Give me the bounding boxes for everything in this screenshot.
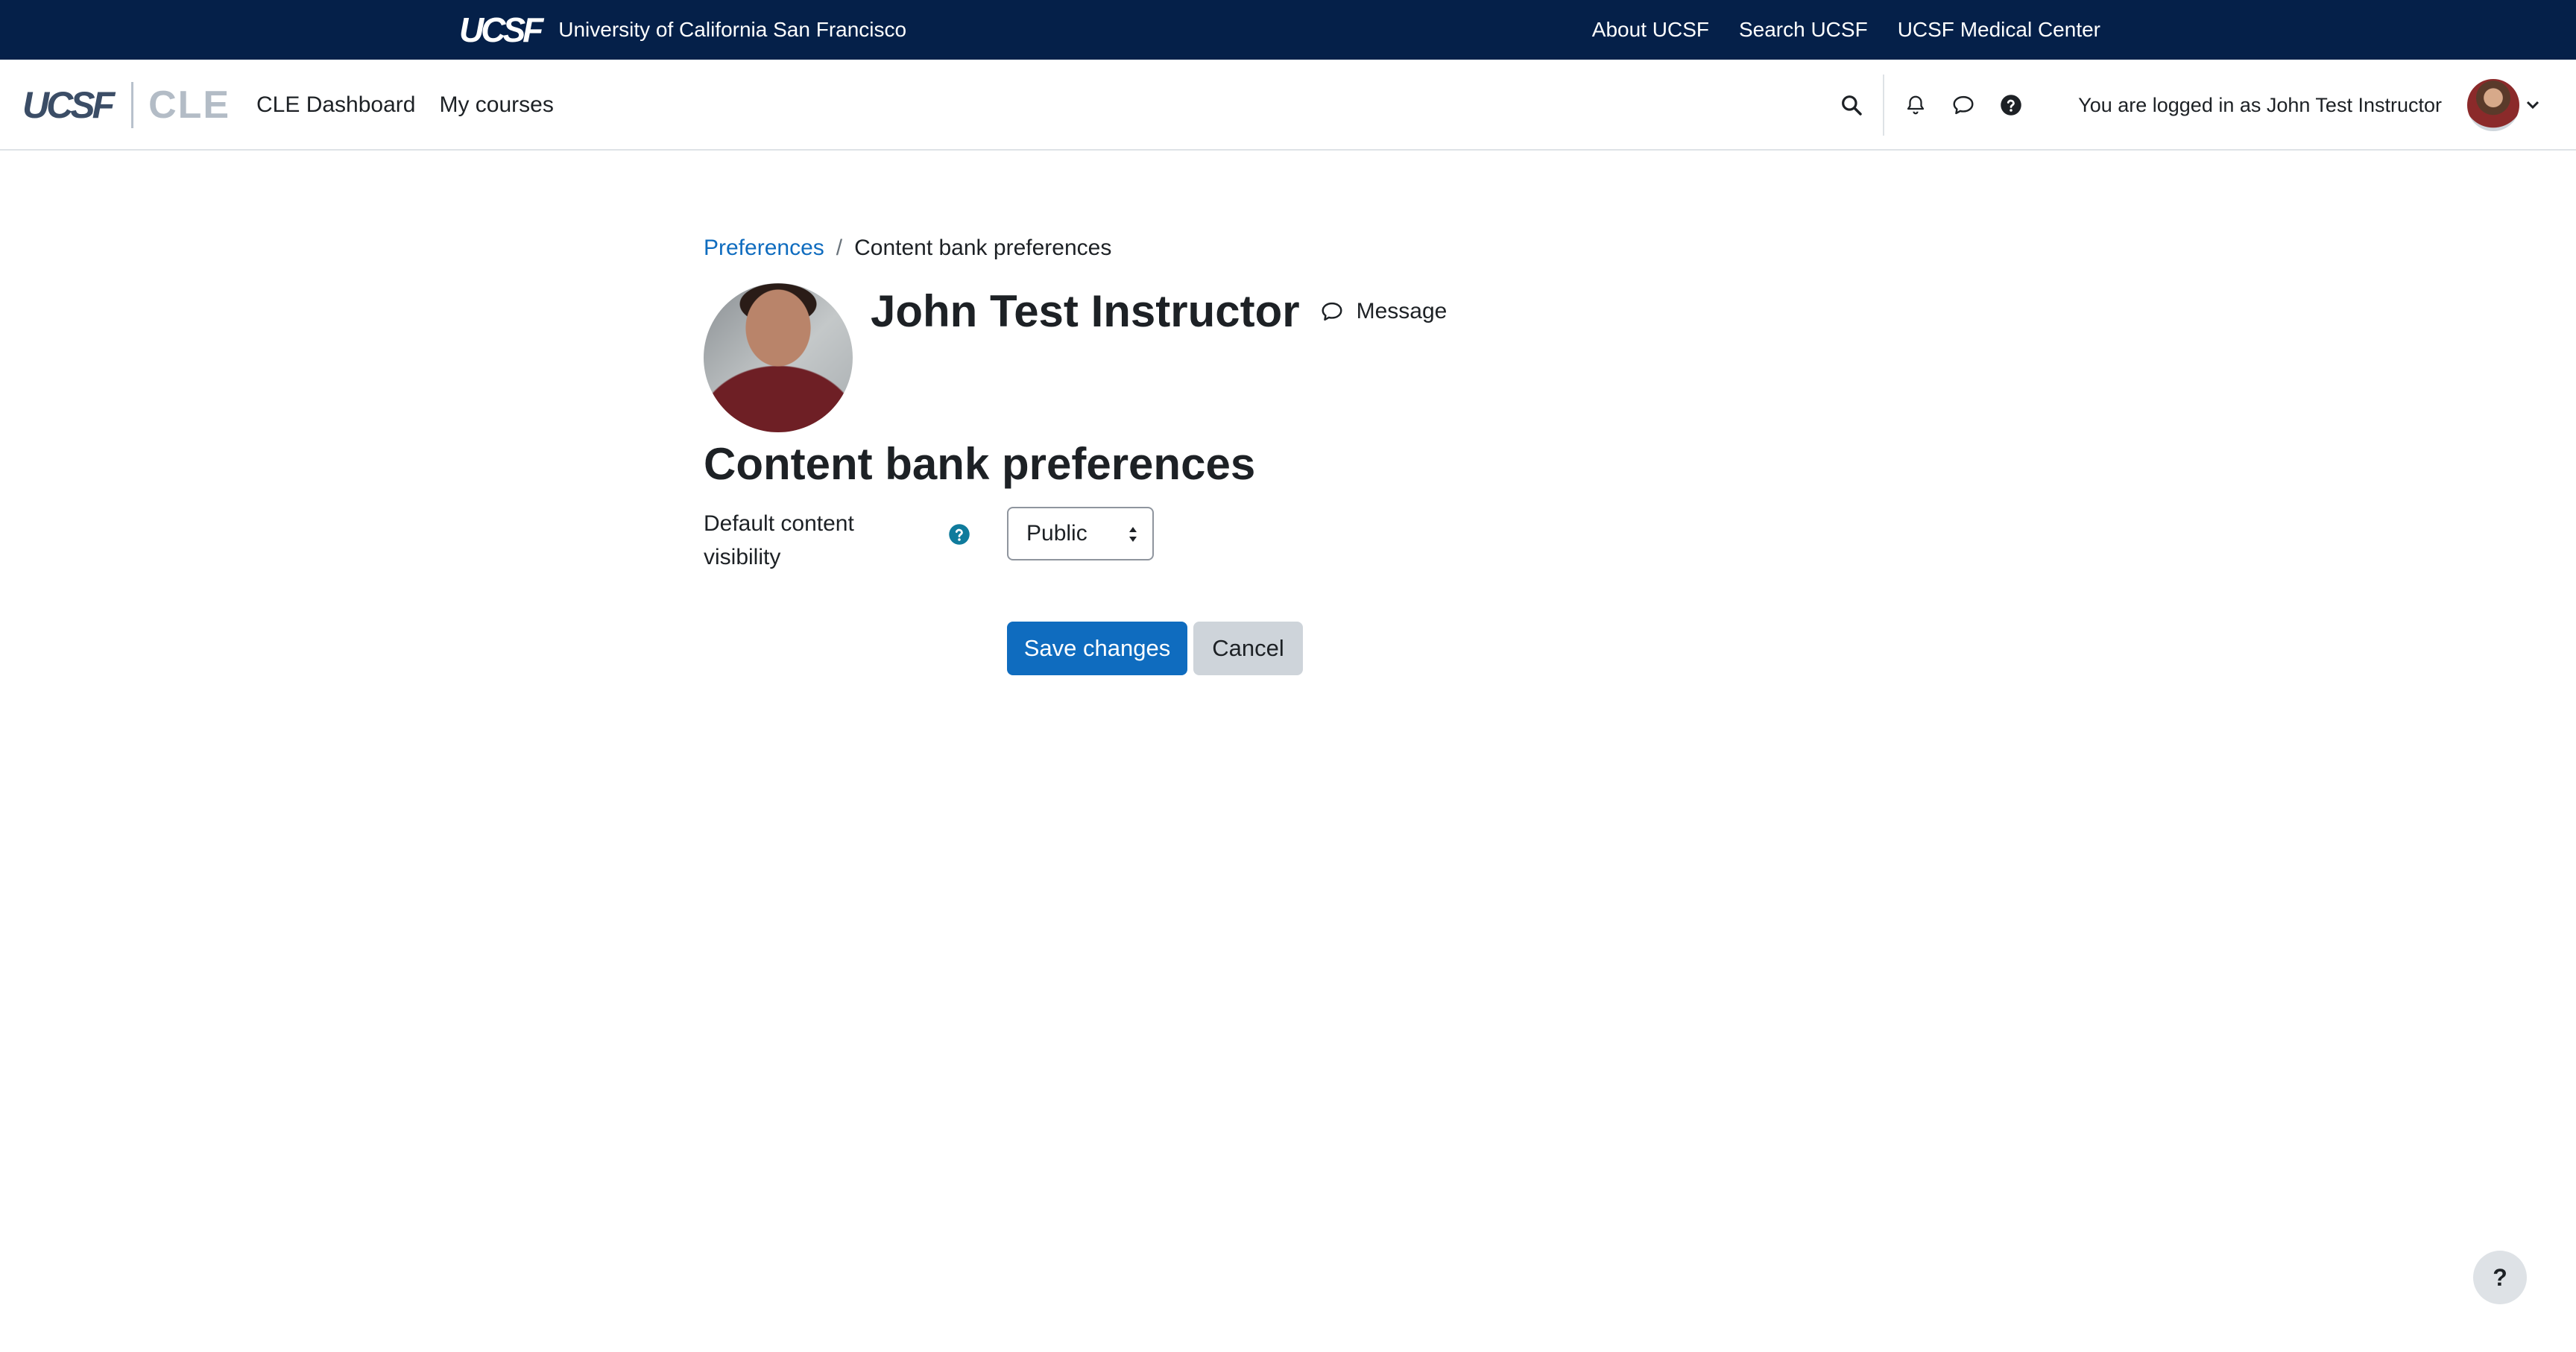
- site-logo[interactable]: UCSF CLE: [22, 80, 230, 130]
- search-ucsf-link[interactable]: Search UCSF: [1739, 18, 1868, 42]
- cancel-button[interactable]: Cancel: [1193, 622, 1303, 675]
- logo-ucsf-text: UCSF: [22, 84, 115, 126]
- help-icon: [2001, 95, 2021, 116]
- user-menu-toggle[interactable]: [2467, 79, 2540, 131]
- save-changes-button[interactable]: Save changes: [1007, 622, 1187, 675]
- ucsf-medical-center-link[interactable]: UCSF Medical Center: [1898, 18, 2100, 42]
- profile-avatar: [704, 283, 853, 432]
- login-info: You are logged in as John Test Instructo…: [2078, 93, 2442, 116]
- search-icon: [1842, 95, 1862, 116]
- nav-cle-dashboard[interactable]: CLE Dashboard: [256, 92, 415, 118]
- logo-divider: [131, 82, 134, 128]
- chat-icon: [1322, 302, 1342, 321]
- visibility-selected-value: Public: [1026, 521, 1087, 546]
- ucsf-brand-name: University of California San Francisco: [558, 18, 907, 41]
- messages-button[interactable]: [1939, 81, 1987, 129]
- navbar-right: You are logged in as John Test Instructo…: [1828, 60, 2576, 151]
- visibility-form-row: Default content visibility Public: [704, 507, 1300, 574]
- visibility-label: Default content visibility: [704, 511, 854, 569]
- profile-name: John Test Instructor: [871, 286, 1300, 336]
- bell-icon: [1907, 95, 1925, 115]
- ucsf-top-bar: UCSF University of California San Franci…: [0, 0, 2576, 60]
- ucsf-wordmark-logo: UCSF: [459, 10, 543, 49]
- primary-navigation: CLE Dashboard My courses: [256, 60, 554, 151]
- help-icon: [949, 524, 970, 545]
- chevron-down-icon: [2526, 101, 2539, 110]
- breadcrumb-current: Content bank preferences: [854, 236, 1112, 260]
- breadcrumb-separator: /: [836, 236, 843, 260]
- visibility-select[interactable]: Public: [1007, 507, 1154, 560]
- message-button[interactable]: Message: [1319, 297, 1448, 326]
- main-navbar: UCSF CLE CLE Dashboard My courses You ar…: [0, 60, 2576, 151]
- user-avatar: [2467, 79, 2519, 131]
- notifications-button[interactable]: [1892, 81, 1939, 129]
- select-arrows-icon: [1129, 527, 1137, 542]
- page-title: Content bank preferences: [704, 439, 1256, 489]
- ucsf-top-links: About UCSF Search UCSF UCSF Medical Cent…: [1592, 0, 2100, 60]
- navbar-divider: [1883, 75, 1885, 136]
- breadcrumb: Preferences / Content bank preferences: [704, 236, 1111, 261]
- profile-header: John Test Instructor Message: [704, 283, 1447, 432]
- ucsf-brand[interactable]: UCSF University of California San Franci…: [459, 0, 906, 60]
- search-button[interactable]: [1828, 81, 1875, 129]
- floating-help-button[interactable]: ?: [2473, 1251, 2527, 1304]
- chat-icon: [1953, 95, 1974, 115]
- nav-my-courses[interactable]: My courses: [439, 92, 553, 118]
- logo-cle-text: CLE: [148, 83, 231, 127]
- visibility-help-button[interactable]: [948, 523, 970, 549]
- message-label: Message: [1356, 299, 1448, 323]
- breadcrumb-preferences-link[interactable]: Preferences: [704, 236, 824, 261]
- help-button[interactable]: [1987, 81, 2035, 129]
- about-ucsf-link[interactable]: About UCSF: [1592, 18, 1709, 42]
